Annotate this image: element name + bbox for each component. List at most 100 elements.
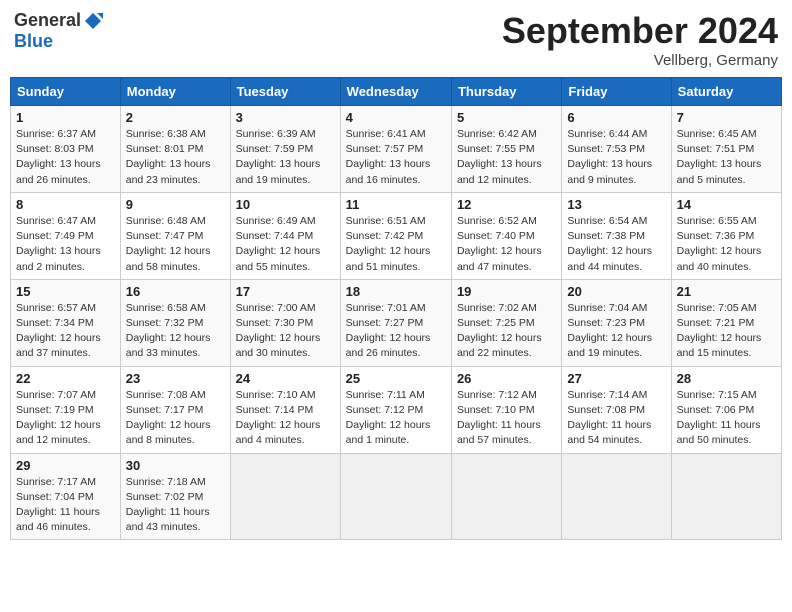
table-row: 18Sunrise: 7:01 AMSunset: 7:27 PMDayligh… <box>340 279 451 366</box>
table-row: 27 Sunrise: 7:14 AMSunset: 7:08 PMDayligh… <box>562 366 671 453</box>
day-number: 3 <box>236 110 335 125</box>
table-row: 21 Sunrise: 7:05 AMSunset: 7:21 PMDayligh… <box>671 279 781 366</box>
table-row: 11 Sunrise: 6:51 AMSunset: 7:42 PMDayligh… <box>340 192 451 279</box>
cell-content: Sunrise: 7:07 AMSunset: 7:19 PMDaylight:… <box>16 388 115 449</box>
cell-content: Sunrise: 7:04 AMSunset: 7:23 PMDaylight:… <box>567 301 665 362</box>
cell-content: Sunrise: 7:18 AMSunset: 7:02 PMDaylight:… <box>126 475 225 536</box>
day-number: 19 <box>457 284 556 299</box>
table-row: 29Sunrise: 7:17 AMSunset: 7:04 PMDayligh… <box>11 453 121 540</box>
table-row: 12 Sunrise: 6:52 AMSunset: 7:40 PMDayligh… <box>451 192 561 279</box>
cell-content: Sunrise: 6:51 AMSunset: 7:42 PMDaylight:… <box>346 214 446 275</box>
table-row: 30Sunrise: 7:18 AMSunset: 7:02 PMDayligh… <box>120 453 230 540</box>
day-number: 4 <box>346 110 446 125</box>
table-row: 25Sunrise: 7:11 AMSunset: 7:12 PMDayligh… <box>340 366 451 453</box>
cell-content: Sunrise: 6:54 AMSunset: 7:38 PMDaylight:… <box>567 214 665 275</box>
day-number: 1 <box>16 110 115 125</box>
cell-content: Sunrise: 7:08 AMSunset: 7:17 PMDaylight:… <box>126 388 225 449</box>
day-number: 9 <box>126 197 225 212</box>
day-number: 26 <box>457 371 556 386</box>
logo: General Blue <box>14 10 103 52</box>
day-number: 14 <box>677 197 776 212</box>
location-text: Vellberg, Germany <box>502 52 778 69</box>
cell-content: Sunrise: 6:42 AMSunset: 7:55 PMDaylight:… <box>457 127 556 188</box>
cell-content: Sunrise: 7:14 AMSunset: 7:08 PMDaylight:… <box>567 388 665 449</box>
day-number: 23 <box>126 371 225 386</box>
table-row: 6 Sunrise: 6:44 AMSunset: 7:53 PMDaylight… <box>562 106 671 193</box>
col-friday: Friday <box>562 78 671 106</box>
cell-content: Sunrise: 7:12 AMSunset: 7:10 PMDaylight:… <box>457 388 556 449</box>
day-number: 12 <box>457 197 556 212</box>
cell-content: Sunrise: 7:17 AMSunset: 7:04 PMDaylight:… <box>16 475 115 536</box>
day-number: 15 <box>16 284 115 299</box>
col-sunday: Sunday <box>11 78 121 106</box>
cell-content: Sunrise: 6:57 AMSunset: 7:34 PMDaylight:… <box>16 301 115 362</box>
day-number: 20 <box>567 284 665 299</box>
table-row: 13 Sunrise: 6:54 AMSunset: 7:38 PMDayligh… <box>562 192 671 279</box>
table-row <box>230 453 340 540</box>
table-row: 10 Sunrise: 6:49 AMSunset: 7:44 PMDayligh… <box>230 192 340 279</box>
day-number: 6 <box>567 110 665 125</box>
cell-content: Sunrise: 6:58 AMSunset: 7:32 PMDaylight:… <box>126 301 225 362</box>
page-header: General Blue September 2024 Vellberg, Ge… <box>10 10 782 69</box>
day-number: 24 <box>236 371 335 386</box>
day-number: 22 <box>16 371 115 386</box>
day-number: 2 <box>126 110 225 125</box>
day-number: 5 <box>457 110 556 125</box>
calendar-week-row: 22 Sunrise: 7:07 AMSunset: 7:19 PMDayligh… <box>11 366 782 453</box>
cell-content: Sunrise: 6:39 AMSunset: 7:59 PMDaylight:… <box>236 127 335 188</box>
day-number: 13 <box>567 197 665 212</box>
day-number: 16 <box>126 284 225 299</box>
day-number: 27 <box>567 371 665 386</box>
table-row: 15 Sunrise: 6:57 AMSunset: 7:34 PMDayligh… <box>11 279 121 366</box>
logo-blue-text: Blue <box>14 31 53 52</box>
title-section: September 2024 Vellberg, Germany <box>502 10 778 69</box>
table-row: 2 Sunrise: 6:38 AMSunset: 8:01 PMDaylight… <box>120 106 230 193</box>
cell-content: Sunrise: 6:44 AMSunset: 7:53 PMDaylight:… <box>567 127 665 188</box>
calendar-table: Sunday Monday Tuesday Wednesday Thursday… <box>10 77 782 540</box>
month-title: September 2024 <box>502 10 778 52</box>
table-row: 24 Sunrise: 7:10 AMSunset: 7:14 PMDayligh… <box>230 366 340 453</box>
day-number: 21 <box>677 284 776 299</box>
cell-content: Sunrise: 6:49 AMSunset: 7:44 PMDaylight:… <box>236 214 335 275</box>
table-row <box>562 453 671 540</box>
table-row <box>340 453 451 540</box>
table-row: 1 Sunrise: 6:37 AMSunset: 8:03 PMDaylight… <box>11 106 121 193</box>
logo-icon <box>83 11 103 31</box>
calendar-week-row: 1 Sunrise: 6:37 AMSunset: 8:03 PMDaylight… <box>11 106 782 193</box>
cell-content: Sunrise: 7:02 AMSunset: 7:25 PMDaylight:… <box>457 301 556 362</box>
cell-content: Sunrise: 6:55 AMSunset: 7:36 PMDaylight:… <box>677 214 776 275</box>
day-number: 11 <box>346 197 446 212</box>
table-row: 16 Sunrise: 6:58 AMSunset: 7:32 PMDayligh… <box>120 279 230 366</box>
cell-content: Sunrise: 6:37 AMSunset: 8:03 PMDaylight:… <box>16 127 115 188</box>
table-row <box>671 453 781 540</box>
table-row: 28Sunrise: 7:15 AMSunset: 7:06 PMDayligh… <box>671 366 781 453</box>
calendar-week-row: 29Sunrise: 7:17 AMSunset: 7:04 PMDayligh… <box>11 453 782 540</box>
logo-general-text: General <box>14 10 81 31</box>
col-tuesday: Tuesday <box>230 78 340 106</box>
cell-content: Sunrise: 7:05 AMSunset: 7:21 PMDaylight:… <box>677 301 776 362</box>
table-row: 20 Sunrise: 7:04 AMSunset: 7:23 PMDayligh… <box>562 279 671 366</box>
day-number: 17 <box>236 284 335 299</box>
table-row: 8Sunrise: 6:47 AMSunset: 7:49 PMDaylight… <box>11 192 121 279</box>
table-row: 19 Sunrise: 7:02 AMSunset: 7:25 PMDayligh… <box>451 279 561 366</box>
table-row: 5 Sunrise: 6:42 AMSunset: 7:55 PMDaylight… <box>451 106 561 193</box>
cell-content: Sunrise: 7:10 AMSunset: 7:14 PMDaylight:… <box>236 388 335 449</box>
table-row: 26 Sunrise: 7:12 AMSunset: 7:10 PMDayligh… <box>451 366 561 453</box>
table-row: 14 Sunrise: 6:55 AMSunset: 7:36 PMDayligh… <box>671 192 781 279</box>
day-number: 25 <box>346 371 446 386</box>
calendar-header-row: Sunday Monday Tuesday Wednesday Thursday… <box>11 78 782 106</box>
table-row: 7Sunrise: 6:45 AMSunset: 7:51 PMDaylight… <box>671 106 781 193</box>
calendar-week-row: 15 Sunrise: 6:57 AMSunset: 7:34 PMDayligh… <box>11 279 782 366</box>
col-thursday: Thursday <box>451 78 561 106</box>
cell-content: Sunrise: 6:38 AMSunset: 8:01 PMDaylight:… <box>126 127 225 188</box>
cell-content: Sunrise: 6:47 AMSunset: 7:49 PMDaylight:… <box>16 214 115 275</box>
cell-content: Sunrise: 7:01 AMSunset: 7:27 PMDaylight:… <box>346 301 446 362</box>
cell-content: Sunrise: 6:41 AMSunset: 7:57 PMDaylight:… <box>346 127 446 188</box>
table-row: 22 Sunrise: 7:07 AMSunset: 7:19 PMDayligh… <box>11 366 121 453</box>
cell-content: Sunrise: 6:52 AMSunset: 7:40 PMDaylight:… <box>457 214 556 275</box>
table-row: 23 Sunrise: 7:08 AMSunset: 7:17 PMDayligh… <box>120 366 230 453</box>
day-number: 10 <box>236 197 335 212</box>
cell-content: Sunrise: 7:00 AMSunset: 7:30 PMDaylight:… <box>236 301 335 362</box>
col-wednesday: Wednesday <box>340 78 451 106</box>
cell-content: Sunrise: 6:45 AMSunset: 7:51 PMDaylight:… <box>677 127 776 188</box>
